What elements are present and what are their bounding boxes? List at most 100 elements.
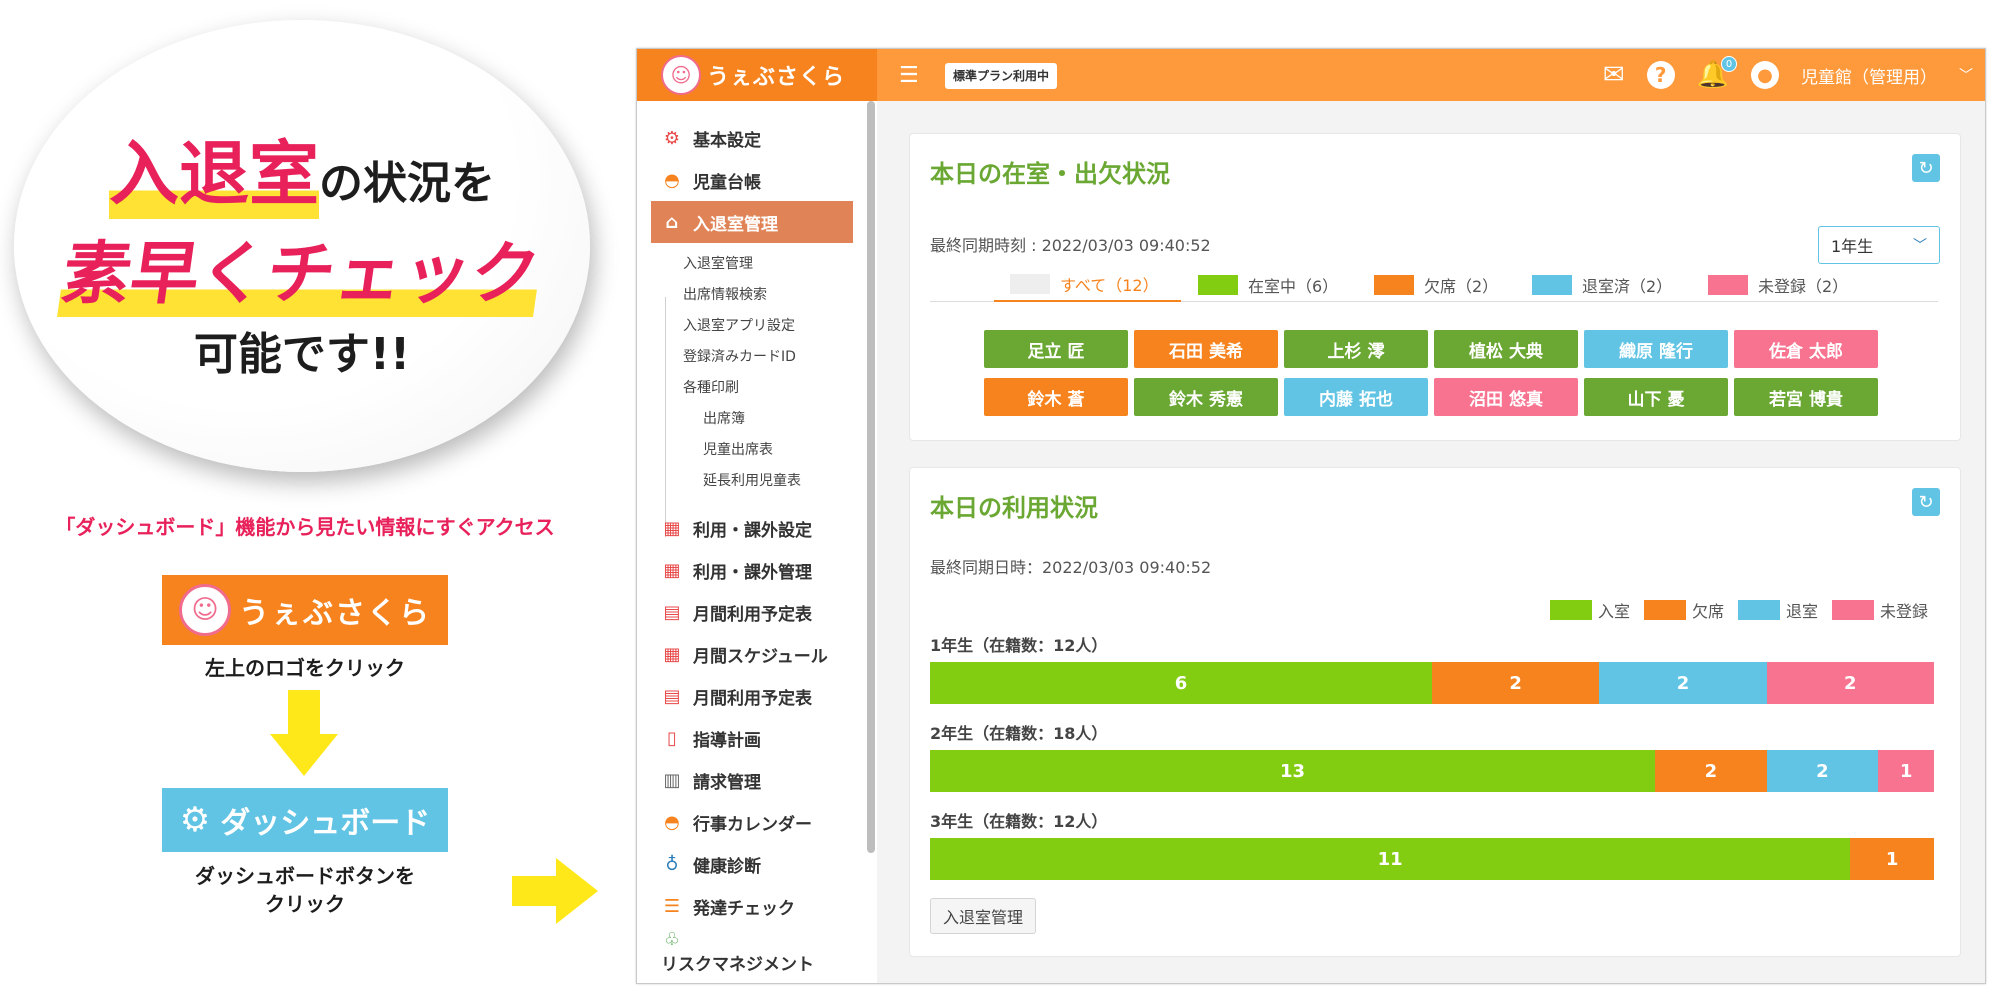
sidebar-item-basic-settings[interactable]: ⚙ 基本設定: [651, 117, 853, 159]
refresh-icon[interactable]: ↻: [1912, 154, 1940, 182]
notification-count: 0: [1721, 56, 1737, 72]
sidebar-item-label: 利用・課外管理: [693, 562, 812, 583]
promo-caption: 「ダッシュボード」機能から見たい情報にすぐアクセス: [55, 515, 555, 539]
student-chip[interactable]: 沼田 悠真: [1434, 378, 1578, 416]
tab-left[interactable]: 退室済（2）: [1532, 268, 1672, 302]
chevron-down-icon[interactable]: ﹀: [1959, 65, 1973, 85]
submenu-child-attendance[interactable]: 児童出席表: [703, 439, 773, 459]
grade-select[interactable]: 1年生 ﹀: [1818, 226, 1940, 264]
student-chip[interactable]: 佐倉 太郎: [1734, 330, 1878, 368]
attendance-manage-button[interactable]: 入退室管理: [930, 898, 1037, 934]
promo-headline-rest: の状況を: [319, 158, 495, 209]
bar-segment: 2: [1655, 750, 1767, 792]
promo-step-2: ダッシュボードボタンを クリック: [130, 862, 480, 918]
tab-swatch: [1198, 275, 1238, 295]
promo-dashboard-button: ⚙ ダッシュボード: [162, 788, 448, 852]
sidebar-item-label: 健康診断: [693, 856, 761, 877]
sidebar-item-usage-manage[interactable]: ▦ 利用・課外管理: [651, 549, 853, 591]
bell-icon[interactable]: 🔔 0: [1697, 56, 1737, 90]
sidebar: ⚙ 基本設定 ◓ 児童台帳 ⌂ 入退室管理 入退室管理 出席情報検索 入退室アプ…: [637, 101, 877, 983]
user-name[interactable]: 児童館（管理用）: [1801, 63, 1937, 88]
student-chip[interactable]: 石田 美希: [1134, 330, 1278, 368]
tab-absent[interactable]: 欠席（2）: [1374, 268, 1498, 302]
submenu-extended-use[interactable]: 延長利用児童表: [703, 470, 801, 490]
stethoscope-icon: ♁: [665, 853, 679, 875]
student-chip[interactable]: 植松 大典: [1434, 330, 1578, 368]
student-chip[interactable]: 若宮 博貴: [1734, 378, 1878, 416]
student-chip[interactable]: 織原 隆行: [1584, 330, 1728, 368]
student-chip[interactable]: 内藤 拓也: [1284, 378, 1428, 416]
submenu-printing[interactable]: 各種印刷: [683, 377, 739, 397]
usage-title: 本日の利用状況: [930, 494, 1098, 522]
sidebar-item-development-check[interactable]: ☰ 発達チェック: [651, 885, 853, 927]
user-avatar-icon[interactable]: ●: [1751, 61, 1779, 89]
sidebar-item-label: 入退室管理: [693, 214, 778, 235]
grade-select-value: 1年生: [1831, 237, 1874, 256]
legend-swatch: [1737, 600, 1780, 620]
bar-segment: 1: [1878, 750, 1934, 792]
sidebar-item-billing[interactable]: ▥ 請求管理: [651, 759, 853, 801]
calendar-icon: ▦: [663, 559, 681, 581]
sidebar-item-child-register[interactable]: ◓ 児童台帳: [651, 159, 853, 201]
promo-headline-1: 入退室の状況を: [14, 118, 590, 219]
mail-icon[interactable]: ✉: [1603, 60, 1625, 90]
sidebar-item-usage-settings[interactable]: ▦ 利用・課外設定: [651, 507, 853, 549]
student-chip[interactable]: 山下 憂: [1584, 378, 1728, 416]
sidebar-item-label: 発達チェック: [693, 898, 795, 919]
sidebar-item-guidance-plan[interactable]: ▯ 指導計画: [651, 717, 853, 759]
sidebar-item-health-check[interactable]: ♁ 健康診断: [651, 843, 853, 885]
calendar-clock-icon: ▤: [663, 601, 681, 623]
sidebar-item-risk-management[interactable]: ♧ リスクマネジメント: [651, 929, 853, 983]
submenu-attendance-manage[interactable]: 入退室管理: [683, 253, 753, 273]
tab-unregistered[interactable]: 未登録（2）: [1708, 268, 1848, 302]
sidebar-item-label: 基本設定: [693, 130, 761, 151]
promo-step-2-line2: クリック: [265, 892, 345, 916]
student-chip[interactable]: 鈴木 秀憲: [1134, 378, 1278, 416]
building-icon: ⌂: [665, 211, 679, 233]
top-header: ☺ うぇぶさくら ☰ 標準プラン利用中 ✉ ? 🔔 0 ● 児童館（管理用） ﹀: [637, 49, 1985, 101]
legend-label: 入室: [1597, 602, 1630, 621]
submenu-app-settings[interactable]: 入退室アプリ設定: [683, 315, 795, 335]
help-icon[interactable]: ?: [1646, 61, 1675, 89]
sidebar-item-monthly-plan-2[interactable]: ▤ 月間利用予定表: [651, 675, 853, 717]
submenu-attendance-book[interactable]: 出席簿: [703, 408, 745, 428]
sidebar-item-monthly-schedule[interactable]: ▦ 月間スケジュール: [651, 633, 853, 675]
down-arrow-icon: [270, 690, 338, 776]
gear-icon: ⚙: [663, 127, 681, 149]
child-icon: ◓: [664, 811, 680, 833]
student-chip[interactable]: 足立 匠: [984, 330, 1128, 368]
promo-dashboard-label: ダッシュボード: [220, 806, 431, 841]
calculator-icon: ▥: [663, 769, 681, 791]
refresh-icon[interactable]: ↻: [1912, 488, 1940, 516]
tab-in-room[interactable]: 在室中（6）: [1198, 268, 1338, 302]
legend-swatch: [1549, 600, 1592, 620]
sidebar-item-event-calendar[interactable]: ◓ 行事カレンダー: [651, 801, 853, 843]
logo-text: うぇぶさくら: [707, 65, 846, 90]
student-chip[interactable]: 鈴木 蒼: [984, 378, 1128, 416]
sidebar-item-label: 利用・課外設定: [693, 520, 812, 541]
student-chip[interactable]: 上杉 澪: [1284, 330, 1428, 368]
submenu-attendance-search[interactable]: 出席情報検索: [683, 284, 767, 304]
stacked-bar: 6222: [930, 662, 1934, 704]
child-icon: ◓: [664, 169, 680, 191]
sidebar-scrollbar[interactable]: [867, 101, 875, 853]
sidebar-item-label: 指導計画: [693, 730, 761, 751]
tab-all[interactable]: すべて（12）: [994, 268, 1181, 302]
promo-logo: ☺ うぇぶさくら: [162, 575, 448, 645]
legend-swatch: [1643, 600, 1686, 620]
menu-toggle-icon[interactable]: ☰: [899, 63, 919, 88]
home-logo[interactable]: ☺ うぇぶさくら: [637, 49, 877, 101]
sidebar-item-attendance[interactable]: ⌂ 入退室管理: [651, 201, 853, 243]
page: 入退室の状況を 素早くチェック 可能です!! 「ダッシュボード」機能から見たい情…: [0, 0, 2000, 1004]
promo-step-2-line1: ダッシュボードボタンを: [195, 864, 415, 888]
sidebar-item-label: 月間利用予定表: [693, 604, 812, 625]
legend-item-unregistered: 未登録: [1831, 598, 1928, 622]
calendar-icon: ▦: [663, 643, 681, 665]
sidebar-item-label: 児童台帳: [693, 172, 761, 193]
sidebar-item-monthly-plan[interactable]: ▤ 月間利用予定表: [651, 591, 853, 633]
submenu-card-ids[interactable]: 登録済みカードID: [683, 346, 796, 366]
bar-category-label: 2年生（在籍数：18人）: [930, 724, 1108, 743]
status-tabs: すべて（12） 在室中（6） 欠席（2） 退室済（2） 未登録（2）: [930, 262, 1938, 302]
usage-sync-time: 最終同期日時：2022/03/03 09:40:52: [930, 558, 1212, 577]
tab-swatch: [1532, 275, 1572, 295]
